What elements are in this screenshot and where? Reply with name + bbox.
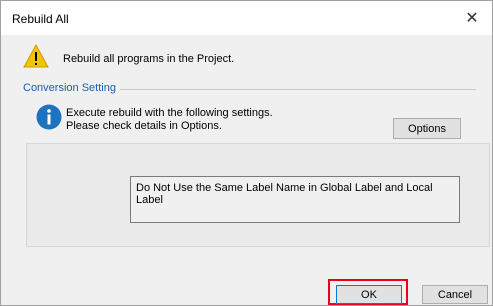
- dialog-title: Rebuild All: [12, 12, 69, 26]
- cancel-button[interactable]: Cancel: [422, 285, 488, 304]
- setting-item-box: Do Not Use the Same Label Name in Global…: [130, 176, 460, 223]
- info-text: Execute rebuild with the following setti…: [66, 107, 273, 133]
- info-line-2: Please check details in Options.: [66, 120, 222, 132]
- warning-message: Rebuild all programs in the Project.: [63, 53, 235, 65]
- close-icon[interactable]: ✕: [452, 1, 492, 35]
- rebuild-all-dialog: Rebuild All ✕ Rebuild all programs in th…: [0, 0, 493, 306]
- info-line-1: Execute rebuild with the following setti…: [66, 107, 273, 119]
- info-icon: [36, 104, 62, 130]
- title-bar: Rebuild All ✕: [1, 1, 492, 35]
- setting-item-text: Do Not Use the Same Label Name in Global…: [136, 182, 433, 206]
- group-divider: [120, 89, 476, 90]
- ok-button[interactable]: OK: [336, 285, 402, 304]
- conversion-setting-legend: Conversion Setting: [23, 82, 116, 94]
- warning-icon: [23, 44, 49, 68]
- options-button[interactable]: Options: [393, 118, 461, 139]
